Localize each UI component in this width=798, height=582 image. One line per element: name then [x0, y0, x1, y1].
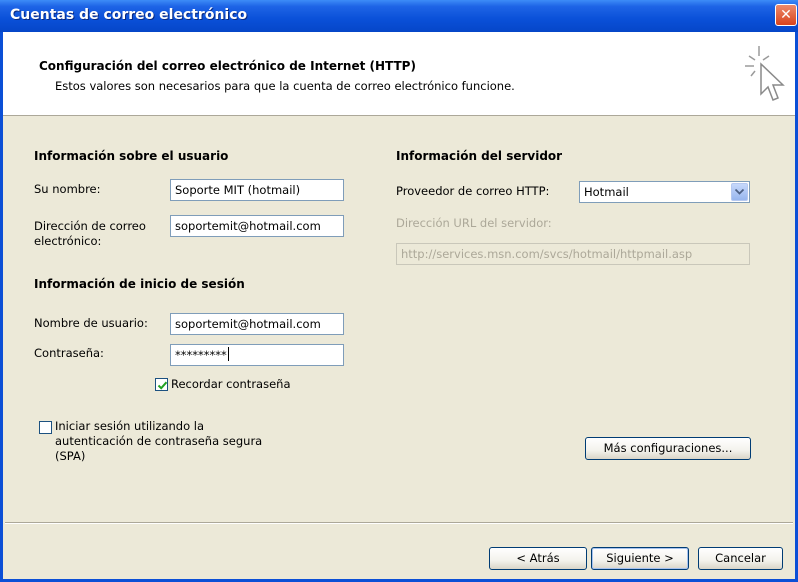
- username-label: Nombre de usuario:: [34, 316, 148, 330]
- provider-select[interactable]: Hotmail: [579, 181, 750, 203]
- login-info-heading: Información de inicio de sesión: [34, 277, 245, 291]
- spa-label-line3: (SPA): [55, 449, 86, 463]
- password-field[interactable]: *********: [170, 344, 344, 366]
- username-field[interactable]: soportemit@hotmail.com: [170, 313, 344, 335]
- server-url-label: Dirección URL del servidor:: [396, 216, 552, 230]
- email-label-line2: electrónico:: [34, 234, 102, 248]
- dropdown-button[interactable]: [731, 183, 748, 201]
- more-settings-button[interactable]: Más configuraciones...: [585, 437, 751, 460]
- spa-checkbox[interactable]: [39, 421, 52, 434]
- wizard-header: Configuración del correo electrónico de …: [3, 32, 795, 116]
- footer-divider: [5, 522, 793, 524]
- close-icon: ✕: [780, 7, 792, 23]
- password-label: Contraseña:: [34, 346, 104, 360]
- email-label: Dirección de correo electrónico:: [34, 219, 146, 249]
- cursor-sparkle-icon: [741, 42, 789, 106]
- window-title: Cuentas de correo electrónico: [10, 7, 248, 23]
- server-info-heading: Información del servidor: [396, 149, 563, 163]
- password-mask: *********: [175, 348, 227, 362]
- spa-label[interactable]: Iniciar sesión utilizando la autenticaci…: [55, 419, 262, 464]
- remember-password-label[interactable]: Recordar contraseña: [171, 377, 291, 392]
- user-info-heading: Información sobre el usuario: [34, 149, 229, 163]
- header-subtitle: Estos valores son necesarios para que la…: [55, 79, 515, 93]
- title-bar[interactable]: Cuentas de correo electrónico ✕: [0, 0, 798, 32]
- header-title: Configuración del correo electrónico de …: [39, 59, 416, 73]
- name-label: Su nombre:: [34, 182, 101, 196]
- spa-label-line2: autenticación de contraseña segura: [55, 434, 263, 448]
- cancel-button[interactable]: Cancelar: [698, 547, 783, 570]
- back-button[interactable]: < Atrás: [489, 547, 587, 570]
- close-button[interactable]: ✕: [775, 4, 797, 26]
- provider-label: Proveedor de correo HTTP:: [396, 184, 550, 198]
- name-field[interactable]: Soporte MIT (hotmail): [170, 179, 344, 201]
- next-button[interactable]: Siguiente >: [591, 547, 689, 570]
- chevron-down-icon: [735, 189, 744, 195]
- provider-selected-value: Hotmail: [584, 185, 629, 199]
- email-label-line1: Dirección de correo: [34, 219, 146, 233]
- server-url-field: http://services.msn.com/svcs/hotmail/htt…: [396, 243, 750, 265]
- remember-password-checkbox[interactable]: [155, 378, 168, 391]
- email-field[interactable]: soportemit@hotmail.com: [170, 215, 344, 237]
- text-caret: [227, 347, 229, 361]
- email-accounts-dialog: Cuentas de correo electrónico ✕ Configur…: [0, 0, 798, 582]
- spa-label-line1: Iniciar sesión utilizando la: [55, 419, 205, 433]
- checkmark-icon: [157, 381, 168, 390]
